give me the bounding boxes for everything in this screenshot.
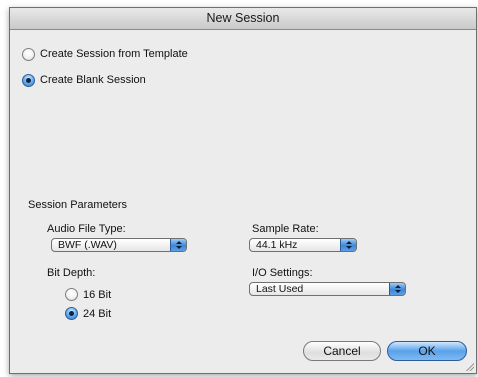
- dialog-title: New Session: [10, 8, 476, 30]
- io-settings-label: I/O Settings:: [252, 267, 313, 279]
- io-settings-value: Last Used: [256, 283, 304, 295]
- bit-depth-16-label: 16 Bit: [83, 289, 112, 301]
- radio-selected-icon[interactable]: [22, 74, 35, 87]
- radio-unselected-icon[interactable]: [22, 48, 35, 61]
- sample-rate-label: Sample Rate:: [252, 223, 319, 235]
- popup-arrows-icon: [170, 239, 186, 251]
- sample-rate-value: 44.1 kHz: [256, 239, 298, 251]
- bit-depth-label: Bit Depth:: [47, 267, 96, 279]
- new-session-dialog: New Session Create Session from Template…: [9, 7, 477, 374]
- resize-grip-icon[interactable]: [465, 362, 474, 371]
- create-blank-session-label: Create Blank Session: [40, 74, 146, 86]
- audio-file-type-label: Audio File Type:: [47, 223, 126, 235]
- audio-file-type-popup[interactable]: BWF (.WAV): [51, 238, 187, 252]
- ok-button[interactable]: OK: [387, 341, 467, 361]
- radio-selected-icon[interactable]: [65, 307, 78, 320]
- session-parameters-heading: Session Parameters: [28, 199, 128, 211]
- audio-file-type-value: BWF (.WAV): [58, 239, 117, 251]
- io-settings-popup[interactable]: Last Used: [249, 282, 406, 296]
- popup-arrows-icon: [389, 283, 405, 295]
- cancel-button[interactable]: Cancel: [303, 341, 381, 361]
- popup-arrows-icon: [340, 239, 356, 251]
- create-from-template-label: Create Session from Template: [40, 48, 188, 60]
- sample-rate-popup[interactable]: 44.1 kHz: [249, 238, 357, 252]
- bit-depth-24-label: 24 Bit: [83, 308, 112, 320]
- radio-unselected-icon[interactable]: [65, 288, 78, 301]
